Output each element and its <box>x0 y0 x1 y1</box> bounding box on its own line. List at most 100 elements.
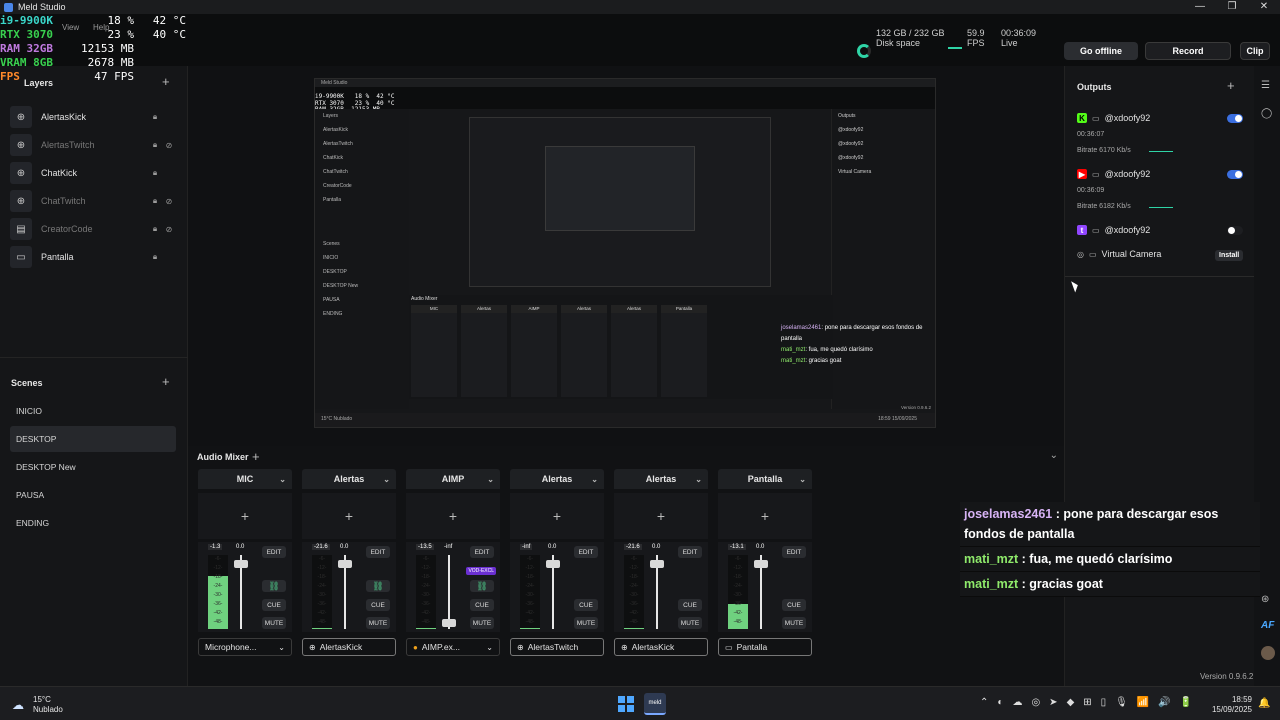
edit-button[interactable]: EDIT <box>262 546 286 558</box>
layer-item[interactable]: ⊕ AlertasKick 🔒︎ <box>10 105 176 129</box>
chevron-down-icon[interactable]: ⌄ <box>383 475 390 484</box>
edit-button[interactable]: EDIT <box>574 546 598 558</box>
mute-button[interactable]: MUTE <box>678 617 702 629</box>
sliders-icon[interactable]: ☰ <box>1261 80 1270 91</box>
cue-button[interactable]: CUE <box>262 599 286 611</box>
edit-button[interactable]: EDIT <box>366 546 390 558</box>
volume-fader-handle[interactable] <box>650 559 664 568</box>
minimize-button[interactable]: — <box>1184 0 1216 14</box>
volume-fader-handle[interactable] <box>442 619 456 628</box>
mute-button[interactable]: MUTE <box>574 617 598 629</box>
tray-icon[interactable]: 📶 <box>1137 697 1149 708</box>
edit-button[interactable]: EDIT <box>470 546 494 558</box>
channel-source-selector[interactable]: ▭ Pantalla <box>718 638 812 656</box>
tray-icon[interactable]: ◆ <box>1067 697 1075 708</box>
chevron-down-icon[interactable]: ⌄ <box>487 475 494 484</box>
add-audio-source-button[interactable]: + <box>252 449 260 464</box>
cue-button[interactable]: CUE <box>678 599 702 611</box>
add-output-button[interactable]: + <box>1227 78 1235 93</box>
eye-hidden-icon[interactable]: ⊘ <box>162 225 176 234</box>
scene-item[interactable]: PAUSA <box>10 482 176 508</box>
lock-icon[interactable]: 🔒︎ <box>148 168 162 178</box>
maximize-button[interactable]: ❐ <box>1216 0 1248 14</box>
clip-button[interactable]: Clip <box>1240 42 1270 60</box>
output-toggle[interactable] <box>1227 113 1243 123</box>
weather-widget[interactable]: 15°C Nublado <box>33 695 63 715</box>
tray-icon[interactable]: 🔋 <box>1180 697 1192 708</box>
chevron-down-icon[interactable]: ⌄ <box>591 475 598 484</box>
taskbar-clock[interactable]: 18:59 15/09/2025 <box>1208 695 1252 715</box>
volume-fader-track[interactable] <box>448 555 450 629</box>
add-filter-button[interactable]: + <box>718 493 812 539</box>
settings-icon[interactable]: ⊛ <box>1261 594 1269 605</box>
tray-icon[interactable]: ⌃ <box>980 697 988 708</box>
cue-button[interactable]: CUE <box>574 599 598 611</box>
mute-button[interactable]: MUTE <box>782 617 806 629</box>
channel-header[interactable]: AIMP ⌄ <box>406 469 500 489</box>
volume-fader-handle[interactable] <box>754 559 768 568</box>
output-toggle[interactable] <box>1227 225 1243 235</box>
cue-button[interactable]: CUE <box>782 599 806 611</box>
tray-icon[interactable]: ⊞ <box>1083 697 1091 708</box>
add-filter-button[interactable]: + <box>614 493 708 539</box>
link-icon[interactable]: ⛓ <box>262 580 286 592</box>
link-icon[interactable]: ⛓ <box>366 580 390 592</box>
record-button[interactable]: Record <box>1145 42 1231 60</box>
channel-header[interactable]: Alertas ⌄ <box>302 469 396 489</box>
avatar[interactable] <box>1261 646 1275 660</box>
chevron-down-icon[interactable]: ⌄ <box>799 475 806 484</box>
stream-preview[interactable]: Meld Studio i9-9900K 18 % 42 °C RTX 3070… <box>314 78 936 428</box>
link-icon[interactable]: ⛓ <box>470 580 494 592</box>
scene-item[interactable]: INICIO <box>10 398 176 424</box>
add-filter-button[interactable]: + <box>510 493 604 539</box>
edit-button[interactable]: EDIT <box>678 546 702 558</box>
tray-icon[interactable]: ▯ <box>1101 697 1107 708</box>
output-toggle[interactable] <box>1227 169 1243 179</box>
layer-item[interactable]: ⊕ ChatTwitch 🔒︎ ⊘ <box>10 189 176 213</box>
channel-header[interactable]: Alertas ⌄ <box>510 469 604 489</box>
channel-source-selector[interactable]: ⊕ AlertasKick <box>302 638 396 656</box>
close-button[interactable]: ✕ <box>1248 0 1280 14</box>
cue-button[interactable]: CUE <box>470 599 494 611</box>
scene-item[interactable]: DESKTOP New <box>10 454 176 480</box>
channel-source-selector[interactable]: Microphone... ⌄ <box>198 638 292 656</box>
add-filter-button[interactable]: + <box>302 493 396 539</box>
channel-header[interactable]: Alertas ⌄ <box>614 469 708 489</box>
tray-icon[interactable]: ◐ <box>997 697 1003 708</box>
layer-item[interactable]: ▭ Pantalla 🔒︎ <box>10 245 176 269</box>
mute-button[interactable]: MUTE <box>262 617 286 629</box>
lock-icon[interactable]: 🔒︎ <box>148 196 162 206</box>
lock-icon[interactable]: 🔒︎ <box>148 112 162 122</box>
eye-hidden-icon[interactable]: ⊘ <box>162 197 176 206</box>
layer-item[interactable]: ▤ CreatorCode 🔒︎ ⊘ <box>10 217 176 241</box>
tray-icon[interactable]: ➤ <box>1049 697 1057 708</box>
scene-item[interactable]: ENDING <box>10 510 176 536</box>
tray-icon[interactable]: 🎙 <box>1115 697 1128 708</box>
layer-item[interactable]: ⊕ ChatKick 🔒︎ <box>10 161 176 185</box>
chevron-down-icon[interactable]: ⌄ <box>1050 450 1058 461</box>
chevron-down-icon[interactable]: ⌄ <box>279 475 286 484</box>
install-virtual-camera-button[interactable]: Install <box>1215 250 1244 261</box>
channel-source-selector[interactable]: ● AIMP.ex... ⌄ <box>406 638 500 656</box>
add-scene-button[interactable]: + <box>162 374 170 389</box>
cloud-icon[interactable]: ☁ <box>12 698 24 712</box>
edit-button[interactable]: EDIT <box>782 546 806 558</box>
lock-icon[interactable]: 🔒︎ <box>148 140 162 150</box>
tray-icon[interactable]: ☁ <box>1012 697 1022 708</box>
channel-header[interactable]: MIC ⌄ <box>198 469 292 489</box>
mute-button[interactable]: MUTE <box>366 617 390 629</box>
volume-fader-handle[interactable] <box>546 559 560 568</box>
channel-header[interactable]: Pantalla ⌄ <box>718 469 812 489</box>
mute-button[interactable]: MUTE <box>470 617 494 629</box>
chevron-down-icon[interactable]: ⌄ <box>278 643 285 652</box>
lock-icon[interactable]: 🔒︎ <box>148 224 162 234</box>
meld-taskbar-button[interactable]: meld <box>644 693 666 715</box>
chat-bubble-icon[interactable]: ◯ <box>1261 108 1272 119</box>
add-filter-button[interactable]: + <box>198 493 292 539</box>
add-filter-button[interactable]: + <box>406 493 500 539</box>
scene-item[interactable]: DESKTOP <box>10 426 176 452</box>
volume-fader-handle[interactable] <box>234 559 248 568</box>
windows-start-icon[interactable] <box>618 696 634 712</box>
tray-icon[interactable]: ◎ <box>1031 697 1040 708</box>
go-offline-button[interactable]: Go offline <box>1064 42 1138 60</box>
